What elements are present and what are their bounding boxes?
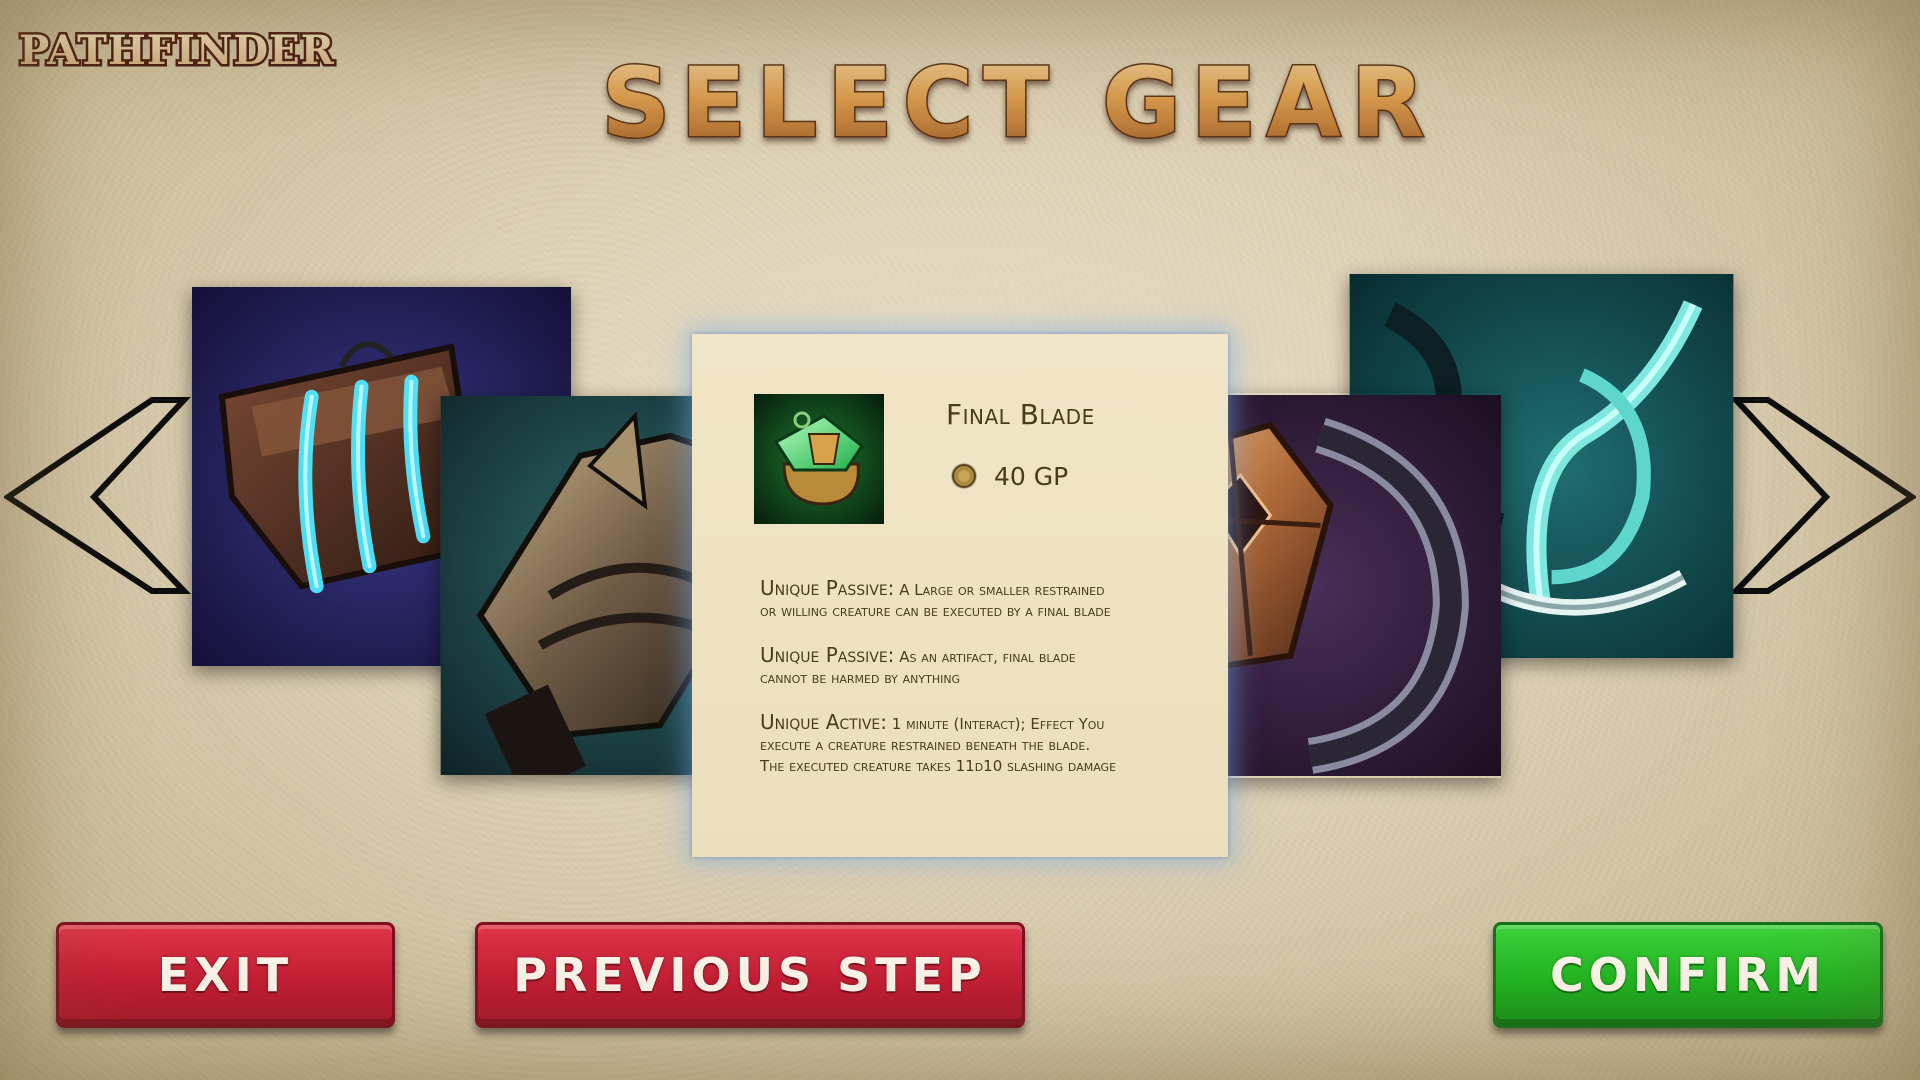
page-title-text: SELECT GEAR [601,47,1434,158]
ability-text: A Large or smaller restrained [899,581,1105,599]
ability-2: Unique Passive: As an artifact, final bl… [760,645,1200,689]
item-name: Final Blade [946,398,1095,431]
gear-selection-screen: PATHFINDER SELECT GEAR Final Blade 40 GP… [0,0,1920,1080]
item-icon [754,394,884,524]
ability-label: Unique Passive: [760,643,895,667]
ability-text: The executed creature takes 11d10 slashi… [760,757,1117,775]
gold-coin-icon [951,463,977,489]
ability-text: As an artifact, final blade [899,648,1076,666]
ability-text: cannot be harmed by anything [760,669,961,687]
pathfinder-logo: PATHFINDER [14,14,340,84]
carousel-next-button[interactable] [1726,397,1918,597]
ability-label: Unique Active: [760,710,888,734]
item-abilities: Unique Passive: A Large or smaller restr… [760,578,1200,800]
item-price: 40 GP [948,460,1068,492]
page-title: SELECT GEAR [560,38,1460,161]
previous-step-button[interactable]: PREVIOUS STEP [475,922,1025,1028]
item-detail-card: Final Blade 40 GP Unique Passive: A Larg… [692,334,1228,857]
chevron-right-icon [1728,397,1918,594]
logo-text: PATHFINDER [19,27,335,74]
ability-1: Unique Passive: A Large or smaller restr… [760,578,1200,622]
price-text: 40 GP [994,461,1069,491]
ability-text: or willing creature can be executed by a… [760,602,1111,620]
carousel-prev-button[interactable] [2,397,194,597]
ability-3: Unique Active: 1 minute (Interact); Effe… [760,712,1200,777]
ability-label: Unique Passive: [760,576,895,600]
exit-button[interactable]: EXIT [56,922,395,1028]
chevron-left-icon [2,397,192,594]
ability-text: execute a creature restrained beneath th… [760,736,1091,754]
emerald-amulet-icon [754,394,884,524]
ability-text: 1 minute (Interact); Effect You [891,715,1105,733]
confirm-button[interactable]: CONFIRM [1493,922,1883,1028]
